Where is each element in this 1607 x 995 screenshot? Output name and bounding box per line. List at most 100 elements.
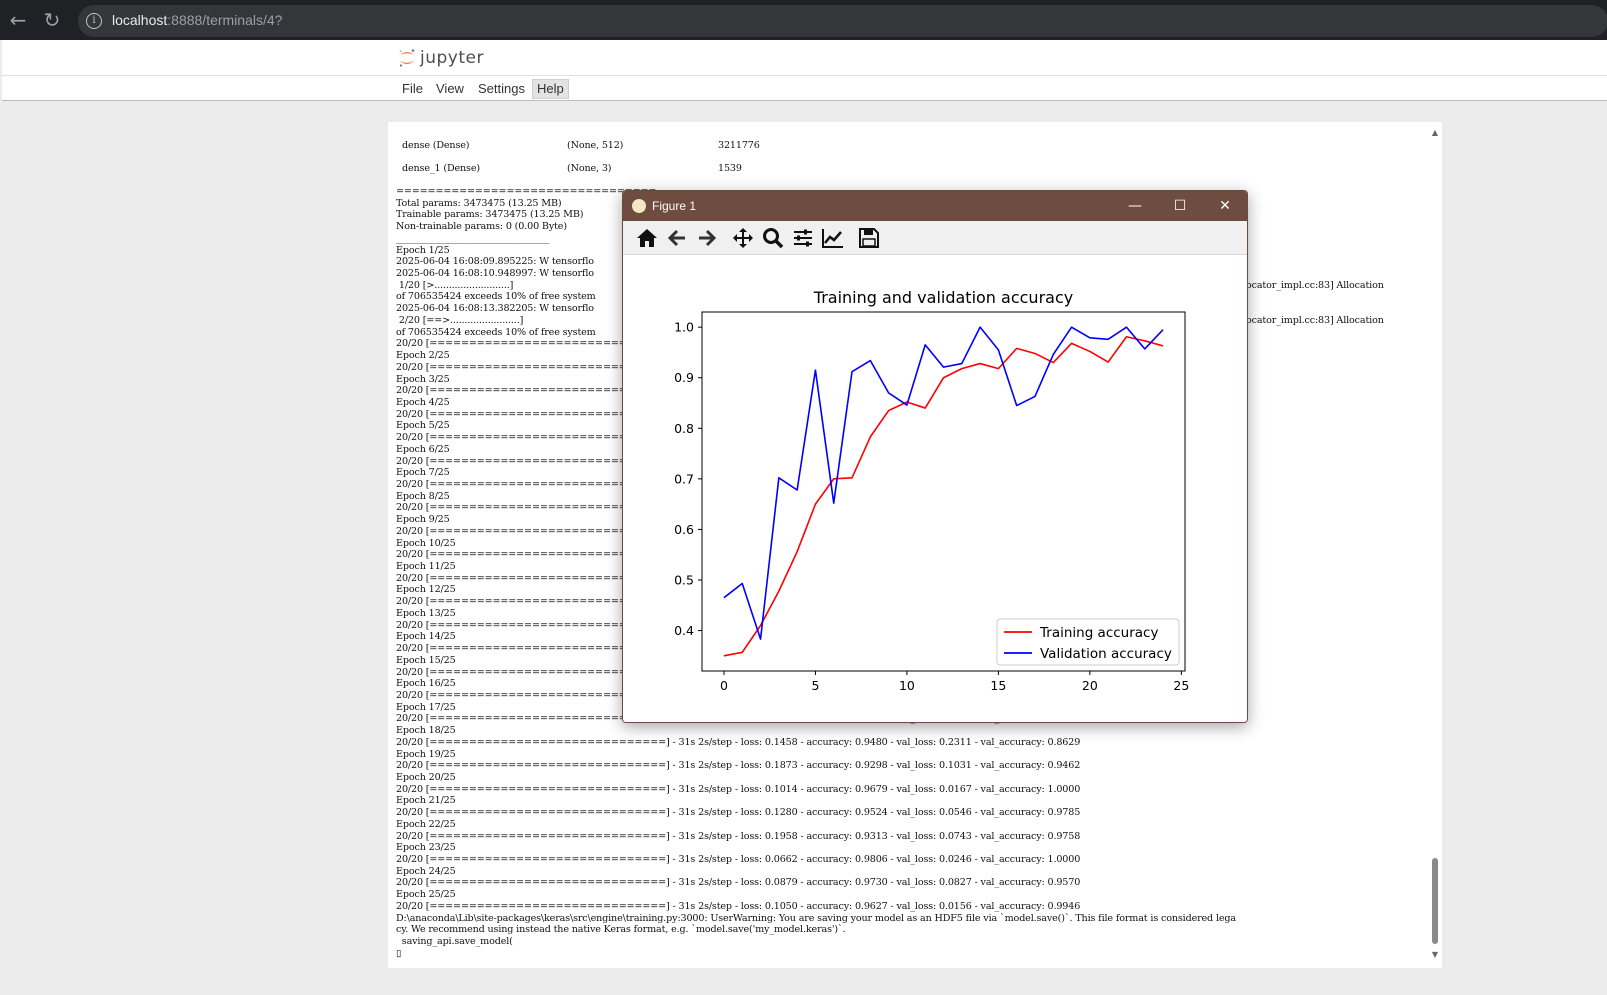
configure-subplots-icon[interactable] bbox=[791, 227, 815, 249]
pan-icon[interactable] bbox=[731, 227, 755, 249]
terminal-line: Epoch 6/25 bbox=[396, 443, 450, 455]
terminal-line: Total params: 3473475 (13.25 MB) bbox=[396, 197, 562, 209]
terminal-line: Epoch 14/25 bbox=[396, 631, 456, 643]
x-tick-label: 5 bbox=[811, 678, 819, 693]
terminal-line: Epoch 1/25 bbox=[396, 244, 450, 256]
y-tick-label: 1.0 bbox=[674, 320, 694, 335]
legend-label: Training accuracy bbox=[1039, 625, 1158, 641]
plot-area bbox=[701, 311, 1186, 672]
forward-arrow-icon[interactable] bbox=[695, 227, 719, 249]
menu-help[interactable]: Help bbox=[532, 79, 569, 99]
close-icon[interactable]: ✕ bbox=[1203, 191, 1247, 221]
terminal-line: ▯ bbox=[396, 947, 402, 959]
summary-row-params: 3211776 bbox=[718, 140, 760, 151]
jupyter-logo[interactable]: jupyter bbox=[398, 46, 484, 70]
reload-icon[interactable]: ↻ bbox=[40, 8, 64, 32]
terminal-line: 20/20 [==============================] -… bbox=[396, 877, 1081, 889]
url-path: :8888/terminals/4? bbox=[167, 12, 283, 28]
terminal-line: Epoch 19/25 bbox=[396, 748, 456, 760]
save-icon[interactable] bbox=[857, 227, 881, 249]
terminal-line: Epoch 18/25 bbox=[396, 725, 456, 737]
home-icon[interactable] bbox=[635, 227, 659, 249]
terminal-line: Non-trainable params: 0 (0.00 Byte) bbox=[396, 221, 567, 233]
menu-view[interactable]: View bbox=[432, 80, 468, 100]
y-tick-label: 0.5 bbox=[674, 572, 694, 587]
menu-bar: File View Settings Help bbox=[2, 76, 1607, 101]
terminal-line: 20/20 [==============================] -… bbox=[396, 900, 1081, 912]
terminal-line: Epoch 2/25 bbox=[396, 350, 450, 362]
terminal-line: Epoch 20/25 bbox=[396, 772, 456, 783]
figure-title: Figure 1 bbox=[652, 199, 697, 213]
site-info-icon[interactable]: i bbox=[86, 13, 102, 29]
y-tick-label: 0.4 bbox=[674, 623, 694, 638]
figure-window[interactable]: Figure 1 — ☐ ✕ Training and validation a… bbox=[622, 190, 1248, 723]
back-arrow-icon[interactable] bbox=[665, 227, 689, 249]
terminal-line: Epoch 9/25 bbox=[396, 514, 450, 526]
maximize-icon[interactable]: ☐ bbox=[1158, 191, 1202, 221]
figure-toolbar bbox=[623, 221, 1247, 255]
x-tick-label: 0 bbox=[720, 678, 728, 693]
terminal-line: Epoch 3/25 bbox=[396, 373, 450, 385]
menu-file[interactable]: File bbox=[398, 80, 427, 100]
terminal-line: 2025-06-04 16:08:10.948997: W tensorflo bbox=[396, 268, 594, 280]
terminal-line: Epoch 21/25 bbox=[396, 795, 456, 807]
jupyter-logo-icon bbox=[399, 49, 415, 67]
terminal-line: Epoch 22/25 bbox=[396, 818, 456, 830]
terminal-line: Epoch 13/25 bbox=[396, 607, 456, 619]
terminal-line: 2025-06-04 16:08:09.895225: W tensorflo bbox=[396, 256, 594, 268]
x-tick-label: 15 bbox=[990, 678, 1006, 693]
terminal-line: cy. We recommend using instead the nativ… bbox=[396, 924, 846, 936]
scroll-thumb[interactable] bbox=[1432, 858, 1438, 944]
terminal-fragment: ocator_impl.cc:83] Allocation bbox=[1246, 315, 1384, 326]
terminal-scrollbar[interactable]: ▲ ▼ bbox=[1430, 128, 1440, 960]
terminal-line: of 706535424 exceeds 10% of free system bbox=[396, 326, 596, 338]
terminal-line: 20/20 [==============================] -… bbox=[396, 807, 1081, 819]
figure-title-bar[interactable]: Figure 1 — ☐ ✕ bbox=[623, 191, 1247, 221]
summary-row-params: 1539 bbox=[718, 163, 742, 174]
terminal-line: Epoch 11/25 bbox=[396, 561, 456, 573]
terminal-line: D:\anaconda\Lib\site-packages\keras\src\… bbox=[396, 912, 1236, 924]
terminal-line: saving_api.save_model( bbox=[396, 936, 513, 948]
terminal-line: 20/20 [==============================] -… bbox=[396, 783, 1081, 795]
terminal-line: 2/20 [==>........................] bbox=[396, 314, 524, 326]
chart-title: Training and validation accuracy bbox=[813, 288, 1073, 307]
x-tick-label: 10 bbox=[899, 678, 915, 693]
scroll-down-icon[interactable]: ▼ bbox=[1430, 950, 1440, 960]
terminal-line: of 706535424 exceeds 10% of free system bbox=[396, 291, 596, 303]
url-host: localhost bbox=[112, 12, 168, 28]
accuracy-chart: Training and validation accuracy 0 5 10 15 20… bbox=[674, 288, 1189, 693]
terminal-line: Epoch 16/25 bbox=[396, 678, 456, 690]
minimize-icon[interactable]: — bbox=[1113, 191, 1157, 221]
terminal-line: Epoch 12/25 bbox=[396, 584, 456, 596]
summary-row-name: dense_1 (Dense) bbox=[402, 163, 480, 174]
terminal-line: Epoch 15/25 bbox=[396, 654, 456, 666]
scroll-up-icon[interactable]: ▲ bbox=[1430, 128, 1440, 138]
figure-canvas[interactable]: Training and validation accuracy 0 5 10 15 20… bbox=[623, 255, 1247, 722]
y-tick-label: 0.6 bbox=[674, 522, 694, 537]
terminal-line: Trainable params: 3473475 (13.25 MB) bbox=[396, 209, 584, 221]
terminal-line: Epoch 25/25 bbox=[396, 889, 456, 901]
terminal-line: 20/20 [==============================] -… bbox=[396, 760, 1081, 772]
y-tick-label: 0.7 bbox=[674, 471, 694, 486]
terminal-line: ================================= bbox=[396, 186, 657, 197]
terminal-line: 20/20 [==============================] -… bbox=[396, 830, 1081, 842]
zoom-icon[interactable] bbox=[761, 227, 785, 249]
url-text[interactable]: localhost:8888/terminals/4? bbox=[112, 12, 282, 28]
browser-toolbar: ← ↻ i localhost:8888/terminals/4? bbox=[0, 0, 1607, 40]
jupyter-header: jupyter bbox=[2, 40, 1607, 76]
terminal-line: Epoch 8/25 bbox=[396, 490, 450, 502]
summary-row-shape: (None, 512) bbox=[567, 140, 624, 151]
terminal-line: 20/20 [==============================] -… bbox=[396, 854, 1081, 866]
jupyter-logo-text: jupyter bbox=[420, 48, 484, 68]
x-tick-label: 25 bbox=[1173, 678, 1189, 693]
menu-settings[interactable]: Settings bbox=[474, 80, 529, 100]
summary-row-shape: (None, 3) bbox=[567, 163, 612, 174]
terminal-line: 2025-06-04 16:08:13.382205: W tensorflo bbox=[396, 303, 594, 315]
matplotlib-icon bbox=[632, 199, 646, 213]
terminal-line: Epoch 4/25 bbox=[396, 396, 450, 408]
terminal-line: Epoch 10/25 bbox=[396, 537, 456, 549]
terminal-line: Epoch 23/25 bbox=[396, 842, 456, 854]
address-bar[interactable]: i localhost:8888/terminals/4? bbox=[78, 5, 1607, 37]
edit-axis-icon[interactable] bbox=[821, 227, 845, 249]
back-arrow-icon[interactable]: ← bbox=[6, 8, 30, 32]
